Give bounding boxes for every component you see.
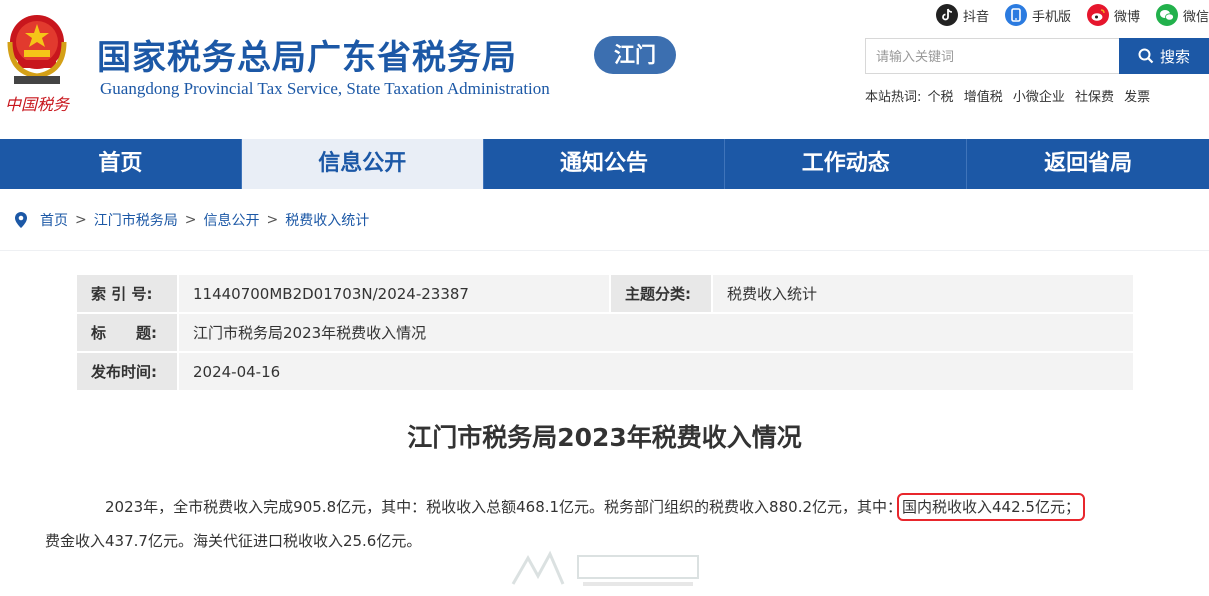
date-value: 2024-04-16 — [177, 351, 1135, 392]
wechat-icon — [1155, 4, 1178, 26]
breadcrumb-separator: > — [75, 212, 87, 228]
hot-word[interactable]: 个税 — [928, 90, 954, 105]
nav-item-notices[interactable]: 通知公告 — [484, 139, 726, 189]
date-label: 发布时间: — [75, 351, 179, 392]
nav-item-home[interactable]: 首页 — [0, 139, 242, 189]
site-subtitle: Guangdong Provincial Tax Service, State … — [100, 79, 550, 98]
table-row: 发布时间: 2024-04-16 — [75, 351, 1135, 392]
site-title: 国家税务总局广东省税务局 — [97, 38, 517, 78]
social-item-mobile[interactable]: 手机版 — [1004, 4, 1071, 26]
breadcrumb-home[interactable]: 首页 — [40, 210, 68, 230]
category-label: 主题分类: — [609, 273, 713, 314]
social-links: 抖音 手机版 微博 微信 — [935, 4, 1209, 26]
nav-item-info-disclosure[interactable]: 信息公开 — [241, 139, 484, 189]
category-value: 税费收入统计 — [711, 273, 1135, 314]
weibo-icon — [1086, 4, 1109, 26]
index-label: 索 引 号: — [75, 273, 179, 314]
hot-words-label: 本站热词: — [865, 90, 922, 105]
divider — [0, 250, 1209, 251]
breadcrumb-info-disclosure[interactable]: 信息公开 — [203, 210, 259, 230]
social-label-mobile: 手机版 — [1031, 9, 1071, 25]
social-label-wechat: 微信 — [1182, 9, 1209, 25]
breadcrumb-jiangmen[interactable]: 江门市税务局 — [94, 210, 178, 230]
search-icon — [1138, 48, 1154, 64]
table-row: 标 题: 江门市税务局2023年税费收入情况 — [75, 312, 1135, 353]
social-item-weibo[interactable]: 微博 — [1086, 4, 1140, 26]
social-item-wechat[interactable]: 微信 — [1155, 4, 1209, 26]
city-badge[interactable]: 江门 — [594, 36, 676, 74]
title-value: 江门市税务局2023年税费收入情况 — [177, 312, 1135, 353]
document-info-table: 索 引 号: 11440700MB2D01703N/2024-23387 主题分… — [75, 273, 1135, 392]
nav-item-work-news[interactable]: 工作动态 — [725, 139, 968, 189]
table-row: 索 引 号: 11440700MB2D01703N/2024-23387 主题分… — [75, 273, 1135, 314]
search-button-label: 搜索 — [1159, 47, 1190, 66]
social-label-tiktok: 抖音 — [962, 9, 989, 25]
article-title: 江门市税务局2023年税费收入情况 — [407, 423, 802, 452]
svg-text:中国税务: 中国税务 — [5, 95, 71, 114]
nav-item-back-to-province[interactable]: 返回省局 — [967, 139, 1209, 189]
breadcrumb-separator: > — [266, 212, 279, 228]
hot-word[interactable]: 发票 — [1124, 90, 1150, 105]
highlighted-text: 国内税收收入442.5亿元； — [897, 493, 1085, 521]
breadcrumb-tax-stats[interactable]: 税费收入统计 — [285, 210, 369, 230]
national-emblem-logo: 中国税务 — [2, 6, 72, 116]
tiktok-icon — [935, 4, 958, 26]
hot-word[interactable]: 社保费 — [1075, 90, 1114, 105]
index-value: 11440700MB2D01703N/2024-23387 — [177, 273, 611, 314]
article-text: 费金收入437.7亿元。海关代征进口税收收入25.6亿元。 — [45, 532, 422, 550]
search-input[interactable] — [865, 38, 1119, 74]
article-text: 2023年，全市税费收入完成905.8亿元，其中：税收收入总额468.1亿元。税… — [105, 498, 903, 516]
location-pin-icon — [15, 212, 27, 228]
social-item-tiktok[interactable]: 抖音 — [935, 4, 989, 26]
watermark-logo — [508, 546, 708, 592]
search-button[interactable]: 搜索 — [1119, 38, 1209, 74]
mobile-icon — [1004, 4, 1027, 26]
title-label: 标 题: — [75, 312, 179, 353]
hot-word[interactable]: 小微企业 — [1013, 90, 1065, 105]
breadcrumb-separator: > — [184, 212, 197, 228]
hot-word[interactable]: 增值税 — [964, 90, 1003, 105]
social-label-weibo: 微博 — [1113, 9, 1140, 25]
breadcrumb: 首页 > 江门市税务局 > 信息公开 > 税费收入统计 — [14, 210, 369, 230]
main-nav: 首页 信息公开 通知公告 工作动态 返回省局 — [0, 139, 1209, 189]
hot-words: 本站热词: 个税 增值税 小微企业 社保费 发票 — [865, 86, 1156, 105]
